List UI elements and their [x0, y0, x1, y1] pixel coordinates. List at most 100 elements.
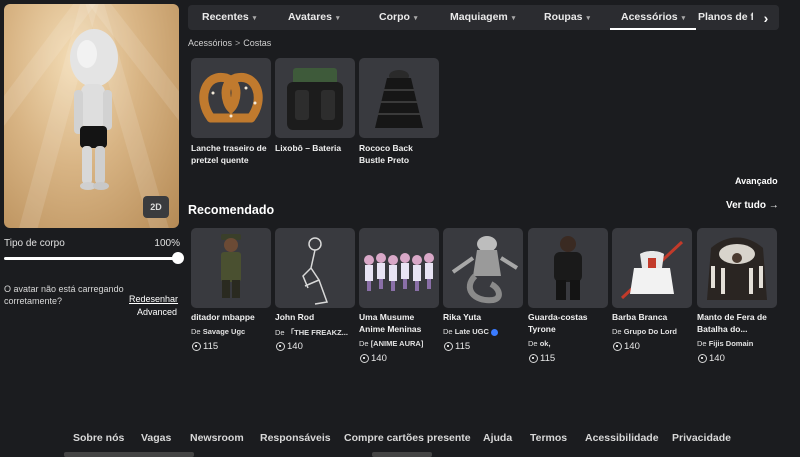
chevron-right-icon[interactable]: › — [753, 5, 779, 30]
footer-cutoff-text — [372, 452, 432, 457]
footer-link-privacidade[interactable]: Privacidade — [672, 432, 731, 444]
body-type-row: Tipo de corpo 100% — [4, 238, 180, 249]
breadcrumb: Acessórios > Costas — [188, 38, 271, 48]
chevron-down-icon: ▾ — [511, 15, 516, 22]
rec-creator[interactable]: De 「THE FREAKZ... — [275, 327, 355, 338]
body-type-slider[interactable] — [4, 252, 184, 264]
rec-name[interactable]: John Rod — [275, 311, 357, 323]
anime-girls-icon — [364, 253, 434, 291]
price-value: 140 — [287, 341, 303, 352]
rec-thumb-3[interactable] — [443, 228, 523, 308]
rec-price: 140 — [613, 341, 640, 352]
chevron-down-icon: ▾ — [252, 15, 257, 22]
slider-handle[interactable] — [172, 252, 184, 264]
robux-icon — [444, 342, 453, 351]
rec-price: 115 — [444, 341, 470, 352]
view-2d-button[interactable]: 2D — [143, 196, 169, 218]
price-value: 140 — [624, 341, 640, 352]
breadcrumb-root[interactable]: Acessórios — [188, 38, 232, 48]
footer-link-vagas[interactable]: Vagas — [141, 432, 171, 444]
rec-thumb-5[interactable] — [612, 228, 692, 308]
rec-name[interactable]: ditador mbappe — [191, 311, 273, 323]
avatar-warning-text: O avatar não está carregando corretament… — [4, 284, 124, 306]
dictator-figure-icon — [221, 234, 241, 298]
tab-label: Recentes — [202, 11, 249, 23]
footer-link-acessibilidade[interactable]: Acessibilidade — [585, 432, 659, 444]
avatar-figure — [4, 4, 179, 228]
rec-price: 115 — [529, 353, 555, 364]
slider-track — [4, 257, 178, 260]
creator-name: 「THE FREAKZ... — [286, 328, 348, 337]
tab-label: Roupas — [544, 11, 583, 23]
breadcrumb-current: Costas — [243, 38, 272, 48]
rec-creator[interactable]: De [ANIME AURA] — [359, 339, 439, 348]
rec-thumb-1[interactable] — [275, 228, 355, 308]
rec-price: 115 — [192, 341, 218, 352]
tab-corpo[interactable]: Corpo ▾ — [379, 5, 417, 30]
robux-icon — [529, 354, 538, 363]
redraw-link[interactable]: Redesenhar — [129, 294, 178, 304]
rec-name[interactable]: Uma Musume Anime Meninas — [359, 311, 441, 335]
tab-label: Avatares — [288, 11, 332, 23]
rec-creator[interactable]: De Savage Ugc — [191, 327, 271, 336]
creator-prefix: De — [191, 327, 201, 336]
item-name[interactable]: Lixobô – Bateria — [275, 142, 357, 154]
white-beard-icon — [620, 240, 684, 300]
footer-link-sobre[interactable]: Sobre nós — [73, 432, 124, 444]
avatar-preview[interactable]: 2D — [4, 4, 179, 228]
chevron-down-icon: ▾ — [681, 15, 686, 22]
tab-acessorios[interactable]: Acessórios ▾ — [610, 5, 697, 30]
price-value: 140 — [709, 353, 725, 364]
rec-name[interactable]: Rika Yuta — [443, 311, 525, 323]
creator-name: [ANIME AURA] — [370, 339, 424, 348]
robux-icon — [192, 342, 201, 351]
footer-links: Sobre nós Vagas Newsroom Responsáveis Co… — [0, 432, 800, 444]
creator-prefix: De — [697, 339, 707, 348]
rec-name[interactable]: Manto de Fera de Batalha do... — [697, 311, 779, 335]
tab-label: Acessórios — [621, 11, 678, 23]
rec-creator[interactable]: De Fijis Domain — [697, 339, 777, 348]
footer-link-cartoes[interactable]: Compre cartões presente — [344, 432, 471, 444]
robux-icon — [360, 354, 369, 363]
rec-thumb-4[interactable] — [528, 228, 608, 308]
beast-cloak-icon — [707, 237, 767, 300]
rec-thumb-6[interactable] — [697, 228, 777, 308]
rec-thumb-2[interactable] — [359, 228, 439, 308]
item-name[interactable]: Rococo Back Bustle Preto — [359, 142, 441, 166]
footer-link-ajuda[interactable]: Ajuda — [483, 432, 512, 444]
price-value: 115 — [455, 341, 471, 352]
price-value: 140 — [371, 353, 387, 364]
item-thumb-pretzel[interactable] — [191, 58, 271, 138]
item-name[interactable]: Lanche traseiro de pretzel quente — [191, 142, 273, 166]
tab-maquiagem[interactable]: Maquiagem ▾ — [450, 5, 515, 30]
chevron-down-icon: ▾ — [413, 15, 418, 22]
monster-icon — [451, 236, 519, 304]
rec-thumb-0[interactable] — [191, 228, 271, 308]
rec-name[interactable]: Guarda-costas Tyrone — [528, 311, 610, 335]
body-type-label: Tipo de corpo — [4, 238, 65, 249]
tab-label: Corpo — [379, 11, 410, 23]
rec-creator[interactable]: De ok, — [528, 339, 608, 348]
rec-creator[interactable]: De Grupo Do Lord — [612, 327, 692, 336]
footer-link-termos[interactable]: Termos — [530, 432, 567, 444]
item-thumb-bustle[interactable] — [359, 58, 439, 138]
footer-link-newsroom[interactable]: Newsroom — [190, 432, 244, 444]
robux-icon — [613, 342, 622, 351]
tab-recentes[interactable]: Recentes ▾ — [202, 5, 256, 30]
bodyguard-figure-icon — [554, 236, 582, 300]
robux-icon — [698, 354, 707, 363]
footer-cutoff-text — [64, 452, 194, 457]
rec-name[interactable]: Barba Branca — [612, 311, 694, 323]
price-value: 115 — [203, 341, 219, 352]
creator-prefix: De — [528, 339, 538, 348]
item-thumb-lixobo[interactable] — [275, 58, 355, 138]
advanced-link[interactable]: Avançado — [735, 176, 778, 186]
advanced-link-left[interactable]: Advanced — [137, 307, 177, 317]
tab-planos[interactable]: Planos de fu — [698, 5, 760, 30]
chevron-down-icon: ▾ — [335, 15, 340, 22]
see-all-link[interactable]: Ver tudo → — [726, 200, 779, 211]
footer-link-responsaveis[interactable]: Responsáveis — [260, 432, 331, 444]
rec-creator[interactable]: De Late UGC — [443, 327, 523, 336]
tab-roupas[interactable]: Roupas ▾ — [544, 5, 590, 30]
tab-avatares[interactable]: Avatares ▾ — [288, 5, 340, 30]
